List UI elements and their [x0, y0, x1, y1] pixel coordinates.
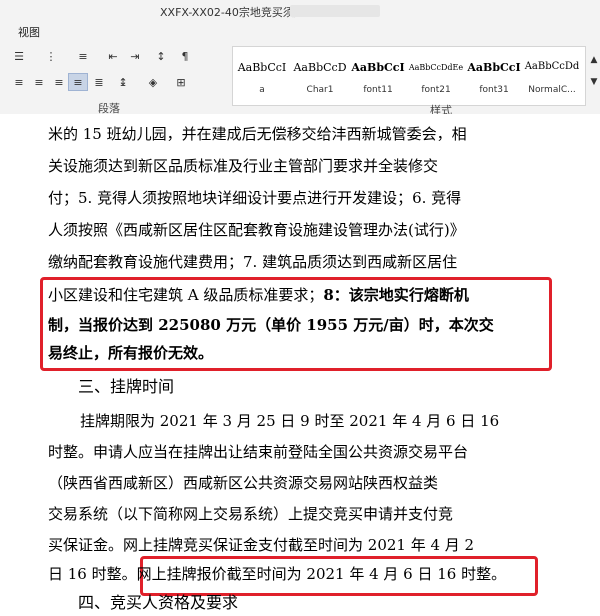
body-line: 交易系统（以下简称网上交易系统）上提交竞买申请并支付竞 — [48, 505, 454, 523]
align-right-icon[interactable]: ≡ — [50, 74, 68, 90]
sort-icon[interactable]: ↕ — [152, 48, 170, 64]
boxed-text-bold: 8：该宗地实行熔断机 — [323, 286, 469, 304]
boxed-line: 小区建设和住宅建筑 A 级品质标准要求；8：该宗地实行熔断机 — [48, 284, 469, 306]
boxed-deadline-text: 网上挂牌报价截至时间为 2021 年 4 月 6 日 16 时整。 — [136, 565, 507, 583]
body-line: 关设施须达到新区品质标准及行业主管部门要求并全装修交 — [48, 157, 439, 175]
document-page[interactable]: 米的 15 班幼儿园，并在建成后无偿移交给沣西新城管委会，相 关设施须达到新区品… — [0, 114, 600, 616]
body-line: 日 16 时整。网上挂牌报价截至时间为 2021 年 4 月 6 日 16 时整… — [48, 563, 506, 585]
body-line: 付；5. 竞得人须按照地块详细设计要点进行开发建设；6. 竞得 — [48, 189, 462, 207]
style-name: Char1 — [306, 85, 334, 95]
distributed-icon[interactable]: ≣ — [90, 74, 108, 90]
styles-gallery: AaBbCcI a AaBbCcD Char1 AaBbCcI font11 A… — [232, 46, 586, 106]
align-left-icon[interactable]: ≡ — [10, 74, 28, 90]
style-name: a — [259, 85, 265, 95]
blurred-title-suffix — [290, 5, 380, 17]
body-line: 时整。申请人应当在挂牌出让结束前登陆全国公共资源交易平台 — [48, 443, 469, 461]
style-name: NormalC... — [528, 85, 576, 95]
ribbon: ☰ ⋮ ≡ ⇤ ⇥ ↕ ¶ ≡ ≡ ≡ ≡ ≣ ↨ ◈ ⊞ 段落 AaBbCcI… — [0, 40, 600, 117]
title-bar: XXFX-XX02-40宗地竞买须知 — [0, 0, 600, 22]
style-sample: AaBbCcI — [237, 61, 287, 74]
style-font21[interactable]: AaBbCcDdEe font21 — [407, 47, 465, 105]
body-line: 米的 15 班幼儿园，并在建成后无偿移交给沣西新城管委会，相 — [48, 125, 467, 143]
borders-icon[interactable]: ⊞ — [172, 74, 190, 90]
style-char1[interactable]: AaBbCcD Char1 — [291, 47, 349, 105]
style-name: font31 — [479, 85, 509, 95]
increase-indent-icon[interactable]: ⇥ — [126, 48, 144, 64]
style-font31[interactable]: AaBbCcI font31 — [465, 47, 523, 105]
body-line: （陕西省西咸新区）西咸新区公共资源交易网站陕西权益类 — [48, 474, 439, 492]
gallery-scroll-up-icon[interactable]: ▲ — [585, 52, 600, 68]
bullets-icon[interactable]: ☰ — [10, 48, 28, 64]
boxed-text-normal: 小区建设和住宅建筑 A 级品质标准要求； — [48, 286, 324, 304]
gallery-scroll-down-icon[interactable]: ▼ — [585, 74, 600, 90]
style-name: font21 — [421, 85, 451, 95]
style-sample: AaBbCcI — [467, 61, 521, 74]
body-line: 买保证金。网上挂牌竞买保证金支付截至时间为 2021 年 4 月 2 — [48, 536, 475, 554]
body-line: 缴纳配套教育设施代建费用；7. 建筑品质须达到西咸新区居住 — [48, 253, 458, 271]
shading-icon[interactable]: ◈ — [144, 74, 162, 90]
style-sample: AaBbCcD — [293, 61, 347, 74]
boxed-line: 制，当报价达到 225080 万元（单价 1955 万元/亩）时，本次交 — [48, 316, 494, 334]
line-spacing-icon[interactable]: ↨ — [114, 74, 132, 90]
body-line: 人须按照《西咸新区居住区配套教育设施建设管理办法(试行)》 — [48, 221, 465, 239]
style-normal[interactable]: AaBbCcDd NormalC... — [523, 47, 581, 105]
boxed-line: 易终止，所有报价无效。 — [48, 344, 214, 362]
align-center-icon[interactable]: ≡ — [30, 74, 48, 90]
line-prefix: 日 16 时整。 — [48, 565, 137, 583]
body-line: 挂牌期限为 2021 年 3 月 25 日 9 时至 2021 年 4 月 6 … — [80, 412, 500, 430]
numbering-icon[interactable]: ⋮ — [42, 48, 60, 64]
style-sample: AaBbCcDd — [524, 61, 580, 72]
style-a[interactable]: AaBbCcI a — [233, 47, 291, 105]
decrease-indent-icon[interactable]: ⇤ — [104, 48, 122, 64]
style-sample: AaBbCcI — [351, 61, 405, 74]
menu-view[interactable]: 视图 — [18, 24, 40, 40]
multilevel-list-icon[interactable]: ≡ — [74, 48, 92, 64]
style-name: font11 — [363, 85, 393, 95]
section-heading: 四、竞买人资格及要求 — [78, 593, 239, 612]
menu-bar: 视图 — [0, 22, 600, 40]
paragraph-mark-icon[interactable]: ¶ — [176, 48, 194, 64]
justify-icon[interactable]: ≡ — [68, 73, 88, 91]
style-font11[interactable]: AaBbCcI font11 — [349, 47, 407, 105]
window-title: XXFX-XX02-40宗地竞买须知 — [160, 6, 305, 19]
section-heading: 三、挂牌时间 — [78, 377, 175, 396]
style-sample: AaBbCcDdEe — [408, 63, 464, 72]
